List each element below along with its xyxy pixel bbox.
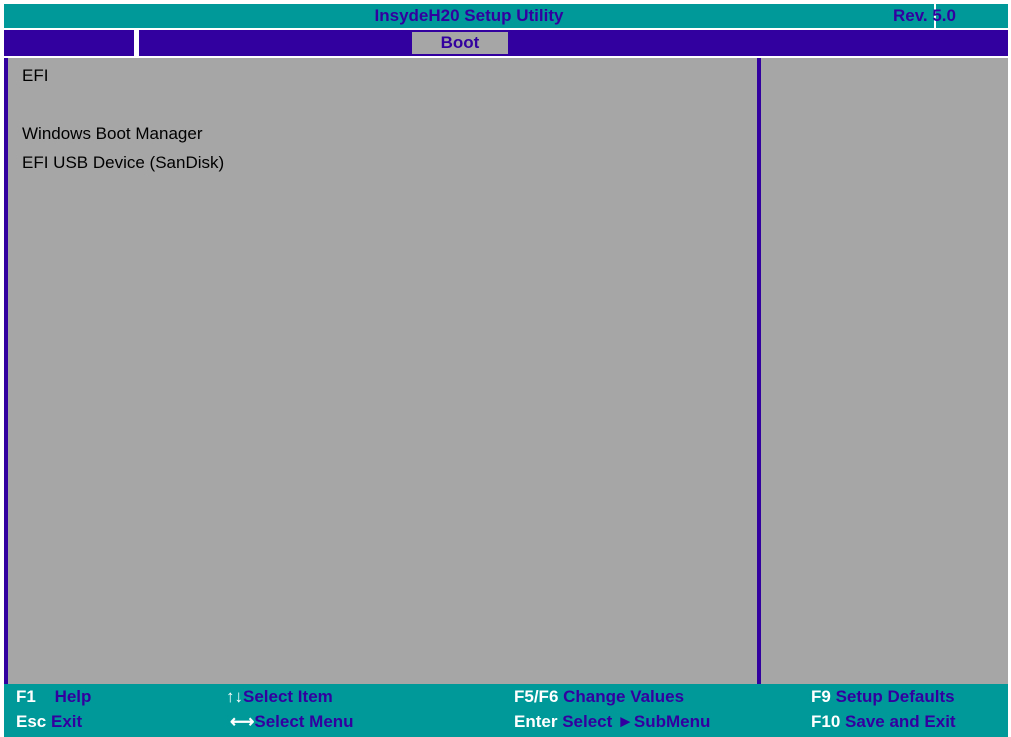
- boot-item-windows-boot-manager[interactable]: Windows Boot Manager: [22, 120, 224, 149]
- left-right-arrow-icon: ⟷: [230, 712, 255, 731]
- select-item-desc: Select Item: [243, 687, 333, 706]
- spacer-row: [22, 91, 224, 120]
- key-help-footer: F1 Help ↑↓Select Item F5/F6 Change Value…: [4, 684, 1008, 737]
- f10-key: F10: [811, 712, 841, 731]
- main-panel: EFI Windows Boot Manager EFI USB Device …: [8, 58, 1008, 684]
- boot-item-efi-usb-device[interactable]: EFI USB Device (SanDisk): [22, 149, 224, 178]
- boot-section-header: EFI: [22, 66, 49, 85]
- submenu-desc: SubMenu: [633, 712, 711, 731]
- help-panel-divider: [757, 58, 761, 684]
- esc-key: Esc: [16, 712, 47, 731]
- help-hint: F1 Help: [16, 686, 91, 708]
- f9-desc: Setup Defaults: [835, 687, 955, 706]
- exit-hint: Esc Exit: [16, 711, 82, 733]
- f5f6-key: F5/F6: [514, 687, 559, 706]
- tab-boot[interactable]: Boot: [412, 32, 508, 54]
- f1-desc: Help: [54, 687, 92, 706]
- save-exit-hint: F10 Save and Exit: [811, 711, 956, 733]
- revision-label: Rev. 5.0: [892, 6, 956, 25]
- select-item-hint: ↑↓Select Item: [226, 686, 333, 708]
- f1-key: F1: [16, 687, 36, 706]
- title-bar: InsydeH20 Setup Utility Rev. 5.0: [4, 4, 1008, 28]
- app-title: InsydeH20 Setup Utility: [374, 6, 564, 25]
- select-menu-hint: ⟷Select Menu: [230, 711, 354, 733]
- menu-bar: Boot: [4, 30, 1008, 56]
- menu-separator: [134, 30, 139, 56]
- enter-key: Enter: [514, 712, 558, 731]
- f9-key: F9: [811, 687, 831, 706]
- enter-desc: Select: [562, 712, 613, 731]
- submenu-hint: Enter Select ►SubMenu: [514, 711, 710, 733]
- f5f6-desc: Change Values: [563, 687, 685, 706]
- bios-setup-window: InsydeH20 Setup Utility Rev. 5.0 Boot EF…: [0, 0, 1011, 737]
- right-triangle-icon: ►: [617, 712, 634, 731]
- setup-defaults-hint: F9 Setup Defaults: [811, 686, 955, 708]
- up-down-arrows-icon: ↑↓: [226, 687, 243, 706]
- f10-desc: Save and Exit: [845, 712, 956, 731]
- boot-order-list: EFI Windows Boot Manager EFI USB Device …: [22, 62, 224, 178]
- esc-desc: Exit: [50, 712, 83, 731]
- select-menu-desc: Select Menu: [254, 712, 354, 731]
- change-values-hint: F5/F6 Change Values: [514, 686, 684, 708]
